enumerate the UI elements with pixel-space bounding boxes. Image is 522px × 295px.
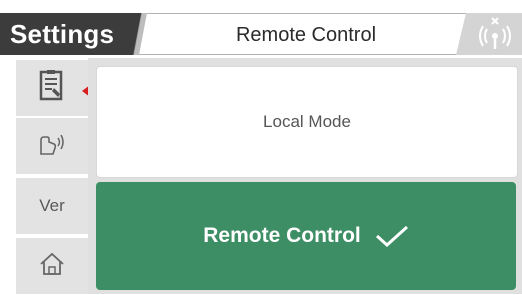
page-title: Remote Control [235,24,377,46]
sidebar: Ver [0,58,90,295]
sidebar-item-home[interactable] [16,238,88,295]
hand-swipe-icon [37,130,67,163]
checkmark-icon [375,225,409,248]
sidebar-item-label: Ver [39,196,65,215]
local-mode-button[interactable]: Local Mode [96,66,518,178]
home-icon [38,251,66,282]
sidebar-item-settings-list[interactable] [16,60,88,117]
settings-tab[interactable]: Settings [0,13,142,55]
antenna-signal-icon[interactable] [470,15,518,53]
remote-control-label: Remote Control [203,224,361,247]
settings-title: Settings [10,19,115,49]
local-mode-label: Local Mode [263,112,351,131]
sidebar-item-gesture[interactable] [16,118,88,175]
mode-panel: Local Mode Remote Control [88,58,522,294]
clipboard-tools-icon [38,69,66,108]
remote-control-button[interactable]: Remote Control [96,182,516,290]
sidebar-item-version[interactable]: Ver [16,178,88,235]
header-bar: Settings Remote Control [0,0,522,58]
